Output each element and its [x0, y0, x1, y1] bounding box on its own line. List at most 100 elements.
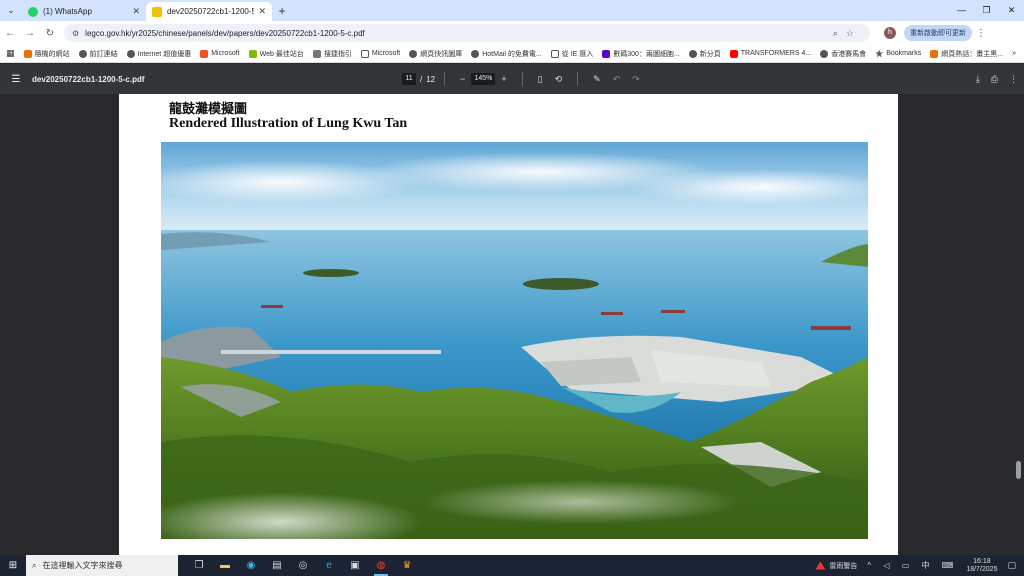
zoom-icon[interactable]: ⌕: [833, 28, 846, 38]
close-window-icon[interactable]: ✕: [999, 0, 1024, 21]
close-tab-icon[interactable]: ✕: [132, 6, 140, 17]
bookmark-item[interactable]: 網頁快訊圖庫: [409, 49, 462, 59]
date: 18/7/2025: [966, 565, 998, 573]
edge-icon[interactable]: ◉: [238, 555, 264, 576]
bookmark-item[interactable]: 前訂連結: [78, 49, 118, 59]
ime-indicator[interactable]: 中: [922, 561, 935, 570]
chrome-icon[interactable]: ◍: [368, 555, 394, 576]
bookmark-item[interactable]: 香港賽馬會: [820, 49, 866, 59]
apps-grid-icon[interactable]: ▦: [6, 48, 15, 59]
url-text[interactable]: legco.gov.hk/yr2025/chinese/panels/dev/p…: [85, 29, 833, 38]
search-icon: ⌕: [32, 560, 37, 570]
new-tab-button[interactable]: +: [272, 2, 292, 21]
notification-icon[interactable]: ▢: [1007, 560, 1016, 571]
bookmark-item[interactable]: 數碼300：兩圖細胞...: [602, 49, 680, 59]
bookmark-item[interactable]: 網頁熱話：畫主黑...: [930, 49, 1003, 59]
pdf-actions: ⤓ ⎙ ⋮: [965, 74, 1018, 85]
weather-text: 雷雨警告: [829, 562, 858, 570]
time: 16:18: [973, 557, 991, 565]
tab-title: dev20250722cb1-1200-5-c.p: [167, 7, 255, 16]
back-icon[interactable]: ←: [0, 28, 20, 39]
rotate-icon[interactable]: ⟲: [555, 74, 563, 85]
clock[interactable]: 16:18 18/7/2025: [966, 558, 997, 574]
file-explorer-icon[interactable]: ▬: [212, 555, 238, 576]
restore-icon[interactable]: ❐: [974, 0, 999, 21]
page-separator: /: [420, 74, 423, 84]
divider: [444, 72, 446, 86]
annotate-icon[interactable]: ✎: [593, 74, 601, 85]
undo-icon[interactable]: ↶: [613, 74, 621, 85]
more-actions-icon[interactable]: ⋮: [1009, 74, 1018, 85]
bookmark-item[interactable]: Microsoft: [200, 49, 240, 58]
hamburger-menu-icon[interactable]: ☰: [0, 74, 32, 85]
print-icon[interactable]: ⎙: [991, 74, 998, 85]
vertical-scrollbar[interactable]: [1016, 94, 1022, 555]
tray-icons[interactable]: ^ ◁ ▭ 中 ⌨: [867, 560, 958, 571]
more-menu-icon[interactable]: ⋮: [976, 28, 986, 39]
bookmarks-bar: ▦ 隨機的網站 前訂連結 Internet 超值優惠 Microsoft Web…: [0, 45, 1024, 63]
pdf-viewer[interactable]: 龍鼓灘模擬圖 Rendered Illustration of Lung Kwu…: [0, 94, 1024, 555]
system-tray: 雷雨警告 ^ ◁ ▭ 中 ⌨ 16:18 18/7/2025 ▢: [815, 555, 1024, 576]
total-pages: 12: [426, 74, 436, 84]
zoom-out-icon[interactable]: −: [460, 74, 465, 84]
pdf-toolbar: ☰ dev20250722cb1-1200-5-c.pdf 11 / 12 − …: [0, 64, 1024, 94]
close-tab-icon[interactable]: ✕: [258, 6, 266, 17]
pdf-file-icon: [152, 6, 162, 17]
pdf-filename: dev20250722cb1-1200-5-c.pdf: [32, 74, 145, 84]
lung-kwu-tan-illustration: [161, 142, 868, 539]
windows-taskbar: ⊞ ⌕ 在這裡輸入文字來搜尋 ❐ ▬ ◉ ▤ ◎ e ▣ ◍ ♛ 雷雨警告 ^ …: [0, 555, 1024, 576]
taskbar-apps: ❐ ▬ ◉ ▤ ◎ e ▣ ◍ ♛: [186, 555, 420, 576]
heading-chinese: 龍鼓灘模擬圖: [169, 102, 248, 117]
fit-page-icon[interactable]: ▯: [538, 74, 543, 85]
heading-english: Rendered Illustration of Lung Kwu Tan: [169, 116, 408, 131]
more-bookmarks-icon[interactable]: »: [1012, 50, 1016, 57]
bookmark-item[interactable]: HotMail 的免費電...: [471, 49, 542, 59]
zoom-input[interactable]: 145%: [471, 73, 496, 85]
whatsapp-icon: [28, 6, 38, 17]
redo-icon[interactable]: ↷: [632, 74, 640, 85]
app-icon[interactable]: ◎: [290, 555, 316, 576]
tab-whatsapp[interactable]: (1) WhatsApp ✕: [22, 2, 146, 21]
tab-strip: ⌄ (1) WhatsApp ✕ dev20250722cb1-1200-5-c…: [0, 0, 1024, 21]
task-view-icon[interactable]: ❐: [186, 555, 212, 576]
pdf-page: 龍鼓灘模擬圖 Rendered Illustration of Lung Kwu…: [119, 94, 898, 555]
bookmark-item[interactable]: 從 IE 匯入: [550, 49, 593, 59]
weather-widget[interactable]: 雷雨警告: [815, 561, 857, 571]
windows-start-icon[interactable]: ⊞: [0, 560, 26, 571]
scrollbar-thumb[interactable]: [1016, 461, 1021, 479]
tab-search-chevron-icon[interactable]: ⌄: [0, 0, 22, 21]
update-button[interactable]: 重新啟動即可更新: [904, 25, 972, 41]
navigation-bar: ← → ↻ ⚙ legco.gov.hk/yr2025/chinese/pane…: [0, 21, 1024, 45]
bookmark-star-icon[interactable]: ☆: [846, 28, 862, 38]
reload-icon[interactable]: ↻: [40, 28, 60, 39]
warning-icon: [815, 561, 826, 570]
divider: [577, 72, 579, 86]
forward-icon[interactable]: →: [20, 28, 40, 39]
app-icon[interactable]: ▣: [342, 555, 368, 576]
tab-title: (1) WhatsApp: [43, 7, 92, 16]
internet-explorer-icon[interactable]: e: [316, 555, 342, 576]
divider: [521, 72, 523, 86]
bookmark-item[interactable]: 搜捷指引: [312, 49, 352, 59]
bookmark-item[interactable]: Bookmarks: [875, 49, 921, 58]
bookmark-item[interactable]: 隨機的網站: [23, 49, 70, 59]
download-icon[interactable]: ⤓: [976, 74, 980, 85]
bookmark-item[interactable]: Microsoft: [360, 49, 400, 58]
page-number-input[interactable]: 11: [402, 73, 416, 85]
bookmark-item[interactable]: TRANSFORMERS 4...: [729, 49, 811, 58]
bookmark-item[interactable]: Web 最佳站台: [248, 49, 304, 59]
app-icon[interactable]: ♛: [394, 555, 420, 576]
store-icon[interactable]: ▤: [264, 555, 290, 576]
window-controls: — ❐ ✕: [949, 0, 1024, 21]
profile-avatar[interactable]: h: [884, 27, 896, 39]
site-info-icon[interactable]: ⚙: [72, 29, 79, 38]
tab-pdf[interactable]: dev20250722cb1-1200-5-c.p ✕: [146, 2, 272, 21]
bookmark-item[interactable]: 新分頁: [688, 49, 721, 59]
address-bar[interactable]: ⚙ legco.gov.hk/yr2025/chinese/panels/dev…: [64, 24, 870, 42]
zoom-in-icon[interactable]: +: [501, 74, 506, 84]
pdf-controls: 11 / 12 − 145% + ▯ ⟲ ✎ ↶ ↷: [402, 72, 646, 86]
search-placeholder: 在這裡輸入文字來搜尋: [42, 561, 123, 570]
bookmark-item[interactable]: Internet 超值優惠: [126, 49, 191, 59]
taskbar-search-box[interactable]: ⌕ 在這裡輸入文字來搜尋: [26, 555, 178, 576]
minimize-icon[interactable]: —: [949, 0, 974, 21]
